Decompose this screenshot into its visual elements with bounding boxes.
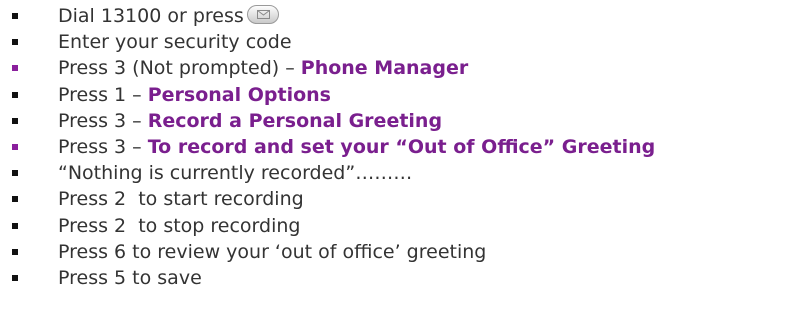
list-item-text: Press 3 – To record and set your “Out of… [58,134,655,160]
menu-option-label: Record a Personal Greeting [147,109,443,132]
instruction-text: Press 5 to save [58,266,202,289]
list-item: Press 5 to save [0,265,812,291]
instruction-text: Press 3 – [58,135,148,158]
list-item-text: “Nothing is currently recorded”……… [58,160,412,186]
instruction-text: Press 1 – [58,83,148,106]
list-item: Press 2 to stop recording [0,213,812,239]
list-item-text: Press 5 to save [58,265,202,291]
menu-option-label: To record and set your “Out of Office” G… [147,135,656,158]
bullet [12,143,18,150]
list-item: Press 2 to start recording [0,186,812,212]
list-item: Dial 13100 or press [0,3,812,29]
list-item: Enter your security code [0,29,812,55]
bullet [12,222,18,229]
list-item-text: Press 2 to stop recording [58,213,300,239]
instruction-text: Press 2 to stop recording [58,214,301,237]
instruction-text: Enter your security code [58,31,292,54]
bullet [12,91,18,98]
list-item-text: Press 2 to start recording [58,186,304,212]
bullet [12,117,18,124]
bullet [12,248,18,255]
menu-option-label: Phone Manager [300,57,469,80]
list-item-text: Press 6 to review your ‘out of office’ g… [58,239,486,265]
list-item: “Nothing is currently recorded”……… [0,160,812,186]
list-item-text: Enter your security code [58,29,292,55]
instruction-text: Press 2 to start recording [58,188,304,211]
list-item-text: Press 3 – Record a Personal Greeting [58,108,442,134]
list-item-text: Press 3 (Not prompted) – Phone Manager [58,55,468,81]
list-item: Press 3 – To record and set your “Out of… [0,134,812,160]
list-item: Press 1 – Personal Options [0,82,812,108]
list-item: Press 6 to review your ‘out of office’ g… [0,239,812,265]
instruction-text: Dial 13100 or press [58,5,244,27]
bullet [12,65,18,72]
list-item: Press 3 (Not prompted) – Phone Manager [0,55,812,81]
instruction-text: Press 3 – [58,109,148,132]
instruction-text: “Nothing is currently recorded”……… [58,162,413,185]
menu-option-label: Personal Options [147,83,331,106]
bullet [12,274,18,281]
bullet [12,39,18,46]
list-item: Press 3 – Record a Personal Greeting [0,108,812,134]
envelope-icon[interactable] [246,5,279,24]
instruction-text: Press 3 (Not prompted) – [58,57,301,80]
bullet [12,170,18,177]
bullet [12,196,18,203]
instruction-list: Dial 13100 or press Enter your security … [0,0,812,291]
list-item-text: Press 1 – Personal Options [58,82,331,108]
list-item-text: Dial 13100 or press [58,3,279,29]
bullet [12,13,18,19]
instruction-text: Press 6 to review your ‘out of office’ g… [58,240,487,263]
